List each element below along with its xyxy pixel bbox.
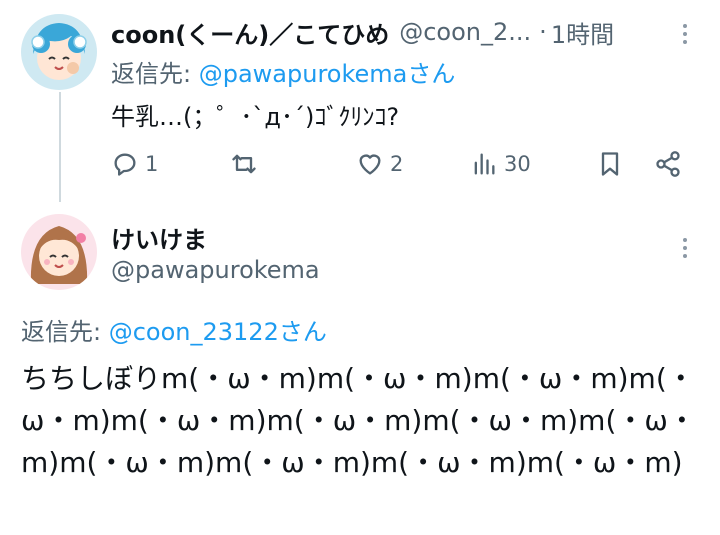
reply-icon [114, 153, 136, 176]
share-icon [656, 151, 680, 177]
bookmark-icon [601, 152, 619, 176]
tweet-text: ちちしぼりm(・ω・m)m(・ω・m)m(・ω・m)m(・ω・m)m(・ω・m)… [21, 362, 696, 479]
retweet-icon [232, 154, 256, 174]
reply-to-suffix: さん [407, 60, 456, 88]
tweet-text: 牛乳…(；゜･`д･´)ｺﾞｸﾘﾝｺ? [111, 103, 400, 131]
timestamp[interactable]: 1時間 [551, 15, 614, 50]
reply-to-line: 返信先: @coon_23122さん [21, 312, 327, 347]
avatar[interactable] [21, 14, 97, 90]
avatar[interactable] [21, 214, 97, 290]
author-name[interactable]: けいけま [111, 220, 207, 255]
author-handle[interactable]: @coon_2... [399, 18, 531, 46]
retweet-button[interactable] [230, 150, 264, 178]
reply-button[interactable]: 1 [111, 150, 158, 178]
views-button[interactable]: 30 [470, 150, 531, 178]
reply-to-handle-link[interactable]: @pawapurokema [199, 60, 408, 88]
reply-to-prefix: 返信先: [111, 60, 199, 88]
like-count: 2 [390, 152, 404, 176]
views-chart-icon [474, 153, 495, 175]
tweet-header: coon(くーん)／こてひめ @coon_2... · 1時間 [111, 14, 614, 50]
reply-to-line: 返信先: @pawapurokemaさん [111, 54, 455, 89]
author-name[interactable]: coon(くーん)／こてひめ [111, 15, 389, 50]
bookmark-button[interactable] [596, 150, 624, 178]
reply-to-prefix: 返信先: [21, 318, 109, 346]
reply-to-suffix: さん [278, 318, 327, 346]
like-button[interactable]: 2 [356, 150, 403, 178]
more-vertical-icon[interactable] [675, 22, 695, 46]
author-handle[interactable]: @pawapurokema [111, 256, 320, 284]
views-count: 30 [504, 152, 531, 176]
reply-count: 1 [145, 152, 159, 176]
reply-to-handle-link[interactable]: @coon_23122 [109, 318, 279, 346]
share-button[interactable] [654, 150, 682, 178]
separator-dot: · [539, 18, 547, 46]
heart-icon [359, 154, 381, 175]
action-bar: 1 2 30 [0, 146, 720, 184]
more-vertical-icon[interactable] [675, 236, 695, 260]
